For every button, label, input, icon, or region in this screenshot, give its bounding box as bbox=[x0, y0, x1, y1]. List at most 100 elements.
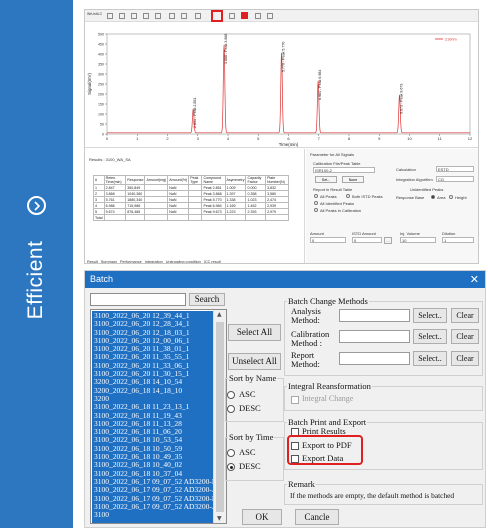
amount-field[interactable]: 0 bbox=[310, 237, 346, 243]
time-desc-radio[interactable] bbox=[227, 463, 235, 471]
chevron-right-circle-icon bbox=[27, 196, 46, 215]
copy-tool-icon[interactable] bbox=[119, 13, 125, 19]
batch-title: Batch bbox=[90, 274, 114, 284]
results-column-header[interactable]: Plate Number(N) bbox=[265, 175, 289, 185]
x-tick-label: 11 bbox=[438, 136, 443, 141]
calibration-method-field[interactable] bbox=[339, 330, 410, 343]
results-column-header[interactable]: Asymmetry bbox=[224, 175, 247, 185]
integrate-tool-icon[interactable] bbox=[255, 13, 261, 19]
unselect-all-button[interactable]: Unselect All bbox=[228, 353, 281, 370]
close-icon[interactable]: ✕ bbox=[470, 273, 479, 286]
analysis-select-button[interactable]: Select.. bbox=[413, 308, 447, 323]
file-list-item[interactable]: 3200_2022_06_18 14_18_10 bbox=[94, 386, 214, 395]
forward-tool-icon[interactable] bbox=[181, 13, 187, 19]
search-button[interactable]: Search bbox=[189, 293, 225, 306]
table-cell bbox=[103, 214, 127, 221]
inj-volume-field[interactable]: 10 bbox=[400, 237, 436, 243]
total-label: Total bbox=[93, 214, 105, 221]
identified-peaks-radio[interactable] bbox=[314, 201, 318, 205]
scroll-up-icon[interactable]: ▲ bbox=[217, 311, 222, 318]
calibration-select-button[interactable]: Select.. bbox=[413, 329, 447, 344]
integral-change-label: Integral Change bbox=[302, 394, 354, 403]
sort-by-time-title: Sort by Time bbox=[228, 432, 275, 442]
zoom-tool-icon[interactable] bbox=[131, 13, 137, 19]
all-peaks-radio[interactable] bbox=[314, 194, 318, 198]
cancel-button[interactable]: Cancle bbox=[295, 509, 339, 525]
file-list-item[interactable]: 3100 bbox=[94, 510, 214, 519]
results-column-header[interactable]: Compound Name bbox=[201, 175, 226, 185]
integration-select[interactable]: CG bbox=[436, 176, 474, 182]
analysis-clear-button[interactable]: Clear bbox=[451, 308, 479, 323]
series-line-210nm bbox=[107, 44, 470, 134]
results-tab[interactable]: ICC result bbox=[204, 260, 221, 263]
calibration-file-field[interactable]: ISR100-2 bbox=[313, 167, 375, 173]
select-all-button[interactable]: Select All bbox=[228, 324, 281, 341]
area-radio[interactable] bbox=[431, 195, 435, 199]
y-tick-label: 150 bbox=[98, 102, 104, 106]
both-istd-radio[interactable] bbox=[346, 194, 350, 198]
istd-amount-field[interactable]: 0 bbox=[352, 237, 382, 243]
calculation-select[interactable]: ESTD bbox=[436, 166, 474, 172]
table-cell bbox=[125, 214, 146, 221]
y-axis-label: Signal(mV) bbox=[87, 73, 92, 95]
report-clear-button[interactable]: Clear bbox=[451, 351, 479, 366]
grid-tool-icon[interactable] bbox=[143, 13, 149, 19]
name-desc-radio[interactable] bbox=[227, 405, 235, 413]
integral-change-checkbox[interactable] bbox=[291, 396, 299, 404]
set-button[interactable]: Set... bbox=[315, 176, 337, 183]
time-asc-radio[interactable] bbox=[227, 449, 235, 457]
chromatogram-svg: 0 1 2 3 4 5 6 7 8 9 10 11 12050100150200250300350400… bbox=[87, 32, 473, 147]
name-asc-label: ASC bbox=[239, 389, 256, 399]
back-tool-icon[interactable] bbox=[169, 13, 175, 19]
integration-value: CG bbox=[438, 177, 444, 182]
results-column-header[interactable]: Amount(mg) bbox=[144, 175, 169, 185]
name-asc-radio[interactable] bbox=[227, 391, 235, 399]
analysis-method-field[interactable] bbox=[339, 309, 410, 322]
search-input[interactable] bbox=[90, 293, 186, 306]
results-column-header[interactable]: Reten. Time(min) bbox=[103, 175, 127, 185]
istd-more-button[interactable]: … bbox=[384, 237, 392, 244]
y-tick-label: 500 bbox=[98, 32, 104, 36]
results-tab[interactable]: Unknowing condition bbox=[166, 260, 201, 263]
ok-button[interactable]: OK bbox=[242, 509, 282, 525]
page: Efficient WrUnitLC 0 1 2 3 4 5 6 7 8 9 10 11 12 0 50 10… bbox=[0, 0, 488, 528]
export-tool-icon[interactable] bbox=[195, 13, 201, 19]
report-method-label: Report Method: bbox=[291, 350, 320, 369]
scroll-thumb[interactable] bbox=[216, 322, 224, 512]
results-column-header[interactable]: Capacity Factor bbox=[245, 175, 267, 185]
results-tab[interactable]: Result bbox=[87, 260, 98, 263]
highlighted-report-tool-icon[interactable] bbox=[211, 10, 223, 22]
remark-title: Remark bbox=[287, 479, 316, 489]
x-axis-label: Time(min) bbox=[279, 142, 299, 147]
results-tab[interactable]: Integration bbox=[145, 260, 163, 263]
stop-tool-icon[interactable] bbox=[241, 12, 248, 19]
x-tick-label: 5 bbox=[257, 136, 260, 141]
results-tab[interactable]: Summary bbox=[101, 260, 117, 263]
results-tab[interactable]: Performance bbox=[120, 260, 142, 263]
settings-tool-icon[interactable] bbox=[267, 13, 273, 19]
file-list[interactable]: 3100_2022_06_20 12_39_44_1 3100_2022_06_2… bbox=[90, 309, 227, 524]
report-select-button[interactable]: Select.. bbox=[413, 351, 447, 366]
integral-title: Integral Reansformation bbox=[287, 381, 372, 391]
report-method-field[interactable] bbox=[339, 352, 410, 365]
amount-label: Amount bbox=[310, 231, 324, 236]
results-column-header[interactable]: Peak Type bbox=[188, 175, 203, 185]
results-column-header[interactable]: Response bbox=[125, 175, 146, 185]
dilution-field[interactable]: 1 bbox=[442, 237, 474, 243]
none-button[interactable]: None bbox=[342, 176, 364, 183]
area-label: Area bbox=[437, 195, 446, 200]
close-tool-icon[interactable] bbox=[107, 13, 113, 19]
integration-label: Integration Algorithm bbox=[396, 177, 433, 182]
calibration-clear-button[interactable]: Clear bbox=[451, 329, 479, 344]
height-radio[interactable] bbox=[449, 195, 453, 199]
results-column-header[interactable]: Amount(%) bbox=[167, 175, 190, 185]
file-list-items[interactable]: 3100_2022_06_20 12_39_44_1 3100_2022_06_2… bbox=[92, 311, 214, 523]
x-tick-label: 1 bbox=[136, 136, 139, 141]
zoom-out-tool-icon[interactable] bbox=[155, 13, 161, 19]
calculation-label: Calculation bbox=[396, 167, 416, 172]
scroll-down-icon[interactable]: ▼ bbox=[217, 515, 222, 522]
results-column-header[interactable]: # bbox=[93, 175, 105, 185]
print-tool-icon[interactable] bbox=[229, 13, 235, 19]
file-list-item[interactable]: 3100_2022_06_17 09_07_52 AD3200-A bbox=[94, 502, 214, 511]
calibration-peaks-radio[interactable] bbox=[314, 208, 318, 212]
